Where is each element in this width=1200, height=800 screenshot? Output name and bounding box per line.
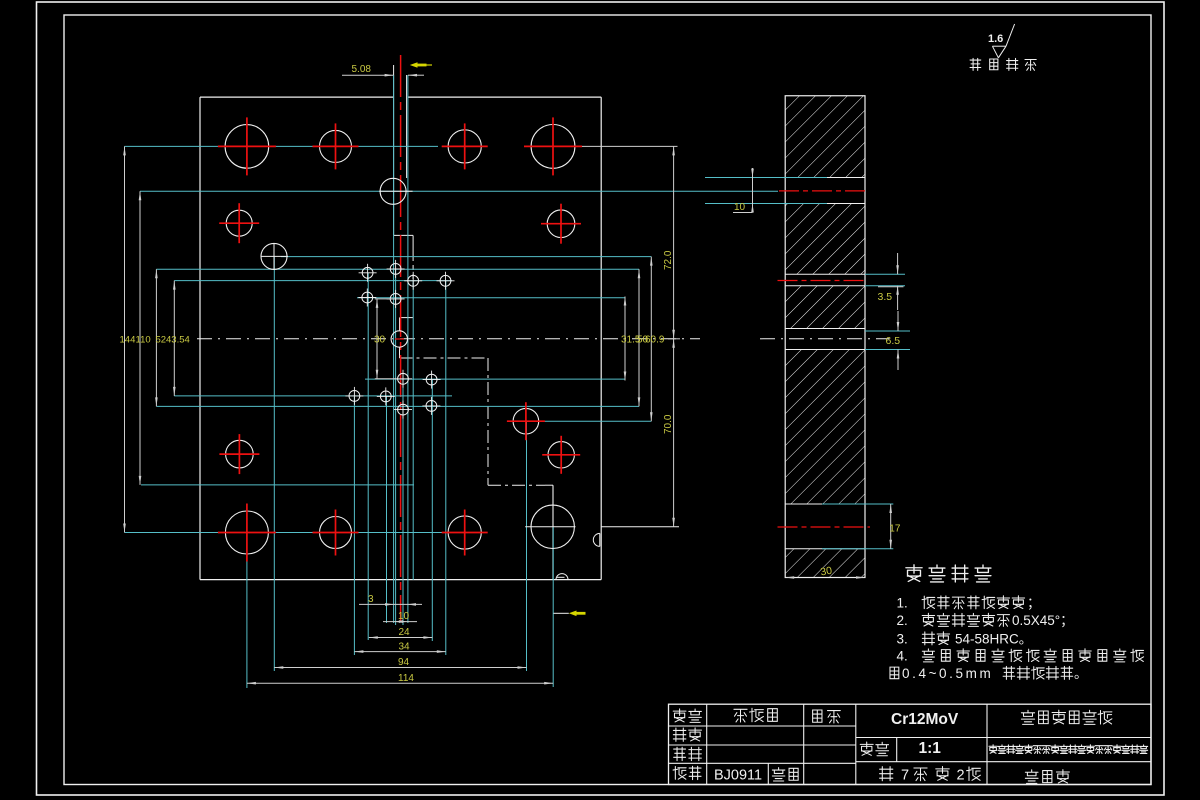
svg-text:0.4~0.5mm: 0.4~0.5mm [902,666,993,681]
svg-text:3.5: 3.5 [878,291,893,303]
svg-text:54-58HRC。: 54-58HRC。 [955,632,1032,647]
svg-text:72.0: 72.0 [663,250,674,270]
svg-text:5.08: 5.08 [352,64,372,75]
svg-text:1.6: 1.6 [988,33,1003,45]
svg-text:2: 2 [957,768,965,784]
svg-text:17: 17 [889,524,901,535]
svg-text:；: ； [1027,596,1041,612]
svg-text:6.5: 6.5 [886,335,901,347]
svg-text:43.54: 43.54 [166,335,190,346]
svg-text:Cr12MoV: Cr12MoV [891,711,959,728]
svg-text:2.: 2. [897,613,908,628]
svg-text:0.5X45°；: 0.5X45°； [1012,613,1074,629]
svg-text:94: 94 [398,657,410,668]
svg-text:70.0: 70.0 [663,414,674,434]
svg-text:1.: 1. [897,596,908,611]
svg-text:10: 10 [734,202,746,213]
svg-text:24: 24 [399,627,411,638]
svg-text:30: 30 [819,565,833,579]
svg-text:10: 10 [398,611,410,622]
svg-text:60.9: 60.9 [645,334,665,345]
svg-text:。: 。 [1074,666,1088,681]
svg-text:1:1: 1:1 [919,740,942,757]
svg-text:110: 110 [136,335,151,346]
svg-text:34: 34 [399,641,411,652]
svg-text:3: 3 [368,594,374,605]
svg-text:30: 30 [374,334,386,345]
svg-text:4.: 4. [897,649,908,664]
svg-text:3.: 3. [897,632,908,647]
svg-text:52: 52 [156,335,167,346]
svg-text:144: 144 [120,335,136,346]
svg-text:BJ0911: BJ0911 [714,768,762,784]
svg-text:7: 7 [901,768,909,784]
svg-text:114: 114 [398,673,414,684]
